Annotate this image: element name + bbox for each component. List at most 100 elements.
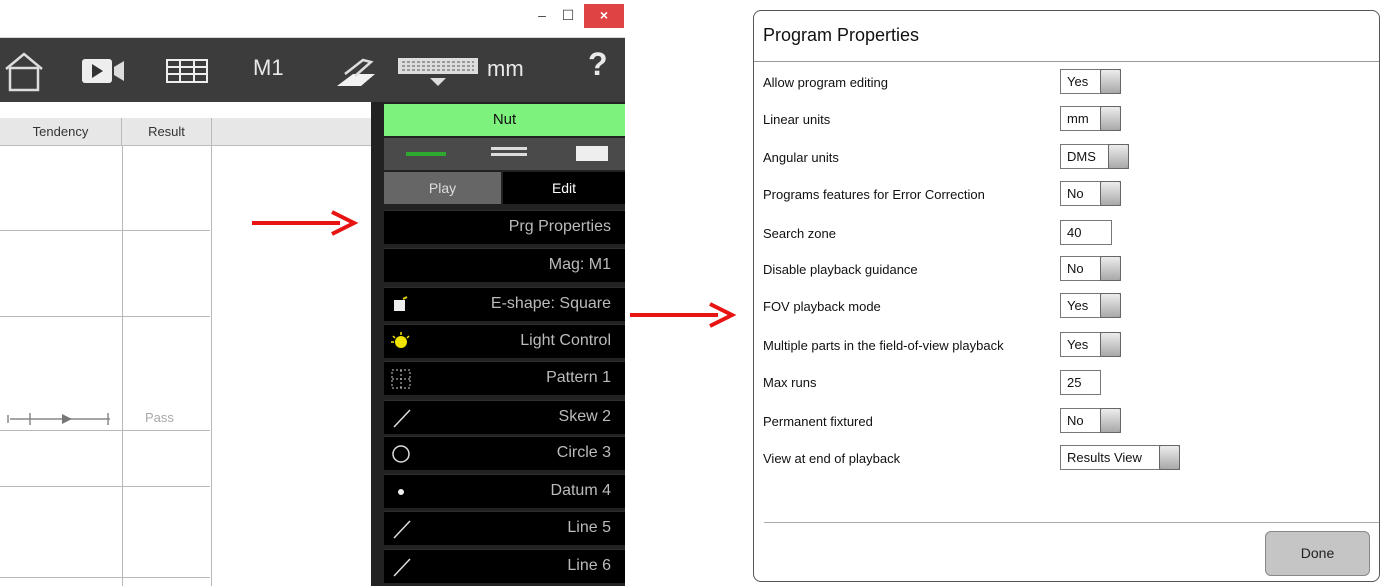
- units-label[interactable]: mm: [487, 56, 524, 82]
- annotation-arrow: [630, 302, 737, 328]
- main-toolbar: M1 mm ?: [0, 38, 625, 102]
- panel-item-label: E-shape: Square: [490, 295, 611, 312]
- property-label: FOV playback mode: [763, 299, 881, 314]
- property-label: Angular units: [763, 150, 839, 165]
- toggle-value: Yes: [1067, 298, 1089, 313]
- line-style-double[interactable]: [491, 147, 527, 150]
- panel-item-line-6[interactable]: Line 6: [384, 549, 625, 583]
- grid-line: [0, 230, 210, 231]
- panel-item-label: Light Control: [520, 332, 611, 349]
- circle-icon: [391, 444, 413, 464]
- line-icon: [391, 557, 413, 577]
- line-style-green[interactable]: [406, 152, 446, 156]
- result-cell: Pass: [145, 410, 174, 425]
- tab-play[interactable]: Play: [384, 172, 501, 204]
- toggle-knob[interactable]: [1100, 332, 1121, 357]
- skew-line-icon: [391, 408, 413, 428]
- pattern-icon: [391, 369, 413, 389]
- panel-item-label: Line 6: [567, 557, 611, 574]
- panel-item-line-5[interactable]: Line 5: [384, 511, 625, 545]
- toggle-value: Yes: [1067, 337, 1089, 352]
- panel-item-label: Prg Properties: [508, 218, 611, 235]
- panel-item-skew[interactable]: Skew 2: [384, 400, 625, 434]
- panel-item-label: Skew 2: [558, 408, 611, 425]
- panel-item-prg-properties[interactable]: Prg Properties: [384, 210, 625, 244]
- keyboard-icon[interactable]: [396, 52, 480, 92]
- toggle-knob[interactable]: [1100, 181, 1121, 206]
- search-zone-input[interactable]: 40: [1060, 220, 1112, 245]
- panel-item-mag[interactable]: Mag: M1: [384, 248, 625, 282]
- grid-line: [211, 146, 212, 586]
- max-runs-input[interactable]: 25: [1060, 370, 1101, 395]
- video-icon[interactable]: [80, 56, 126, 86]
- toggle-value: Yes: [1067, 74, 1089, 89]
- toggle-value: No: [1067, 261, 1084, 276]
- toggle-knob[interactable]: [1100, 69, 1121, 94]
- part-name-header[interactable]: Nut: [384, 104, 625, 136]
- line-style-block[interactable]: [576, 146, 608, 161]
- toggle-knob[interactable]: [1100, 256, 1121, 281]
- magnification-label[interactable]: M1: [253, 55, 284, 81]
- allow-editing-toggle[interactable]: Yes: [1060, 69, 1121, 94]
- column-header-empty: [212, 118, 382, 146]
- disable-guidance-toggle[interactable]: No: [1060, 256, 1121, 281]
- column-header-tendency[interactable]: Tendency: [0, 118, 122, 146]
- tab-edit[interactable]: Edit: [503, 172, 625, 204]
- panel-item-e-shape[interactable]: E-shape: Square: [384, 287, 625, 321]
- panel-item-label: Datum 4: [550, 482, 611, 499]
- panel-item-datum[interactable]: Datum 4: [384, 474, 625, 508]
- panel-item-light-control[interactable]: Light Control: [384, 324, 625, 358]
- grid-line: [0, 316, 210, 317]
- property-label: View at end of playback: [763, 451, 901, 466]
- multiple-parts-toggle[interactable]: Yes: [1060, 332, 1121, 357]
- toggle-value: mm: [1067, 111, 1089, 126]
- dialog-title: Program Properties: [763, 25, 920, 45]
- panel-item-circle[interactable]: Circle 3: [384, 436, 625, 470]
- program-properties-dialog: Program Properties Allow program editing…: [753, 10, 1380, 582]
- stage-icon[interactable]: [333, 52, 379, 92]
- app-window: – ☐ × M1 mm ? Tendency Result Pass Nut P…: [0, 0, 625, 586]
- linear-units-toggle[interactable]: mm: [1060, 106, 1121, 131]
- toggle-knob[interactable]: [1100, 293, 1121, 318]
- property-label: Programs features for Error Correction: [763, 187, 985, 202]
- permanent-fixtured-toggle[interactable]: No: [1060, 408, 1121, 433]
- panel-item-label: Circle 3: [556, 444, 611, 461]
- divider: [754, 61, 1379, 62]
- toggle-value: No: [1067, 413, 1084, 428]
- panel-item-label: Pattern 1: [546, 369, 611, 386]
- light-bulb-icon: [391, 332, 413, 352]
- annotation-arrow: [252, 210, 359, 236]
- property-label: Allow program editing: [763, 75, 889, 90]
- toggle-knob[interactable]: [1100, 106, 1121, 131]
- panel-item-pattern[interactable]: Pattern 1: [384, 361, 625, 395]
- line-style-selector[interactable]: [384, 138, 625, 170]
- done-button[interactable]: Done: [1265, 531, 1370, 576]
- error-correction-toggle[interactable]: No: [1060, 181, 1121, 206]
- help-button[interactable]: ?: [588, 46, 608, 83]
- end-of-playback-view-select[interactable]: Results View: [1060, 445, 1180, 470]
- column-header-result[interactable]: Result: [122, 118, 212, 146]
- grid-line: [0, 486, 210, 487]
- minimize-button[interactable]: –: [530, 4, 554, 28]
- close-button[interactable]: ×: [584, 4, 624, 28]
- toggle-knob[interactable]: [1159, 445, 1180, 470]
- square-shape-icon: [391, 295, 413, 315]
- title-bar: – ☐ ×: [0, 0, 625, 38]
- property-label: Disable playback guidance: [763, 262, 918, 277]
- toggle-knob[interactable]: [1108, 144, 1129, 169]
- panel-item-label: Line 5: [567, 519, 611, 536]
- fov-playback-toggle[interactable]: Yes: [1060, 293, 1121, 318]
- angular-units-toggle[interactable]: DMS: [1060, 144, 1129, 169]
- maximize-button[interactable]: ☐: [556, 4, 580, 28]
- property-label: Multiple parts in the field-of-view play…: [763, 338, 1004, 353]
- divider: [764, 522, 1379, 523]
- program-panel: Nut Play Edit Prg Properties Mag: M1 E-s…: [371, 102, 625, 586]
- tendency-tolerance-indicator: [0, 412, 122, 425]
- grid-line: [122, 146, 123, 586]
- results-table: Tendency Result Pass: [0, 102, 382, 586]
- panel-item-label: Mag: M1: [548, 256, 611, 273]
- home-icon[interactable]: [2, 51, 46, 93]
- toggle-value: DMS: [1067, 149, 1096, 164]
- grid-icon[interactable]: [165, 56, 209, 86]
- toggle-knob[interactable]: [1100, 408, 1121, 433]
